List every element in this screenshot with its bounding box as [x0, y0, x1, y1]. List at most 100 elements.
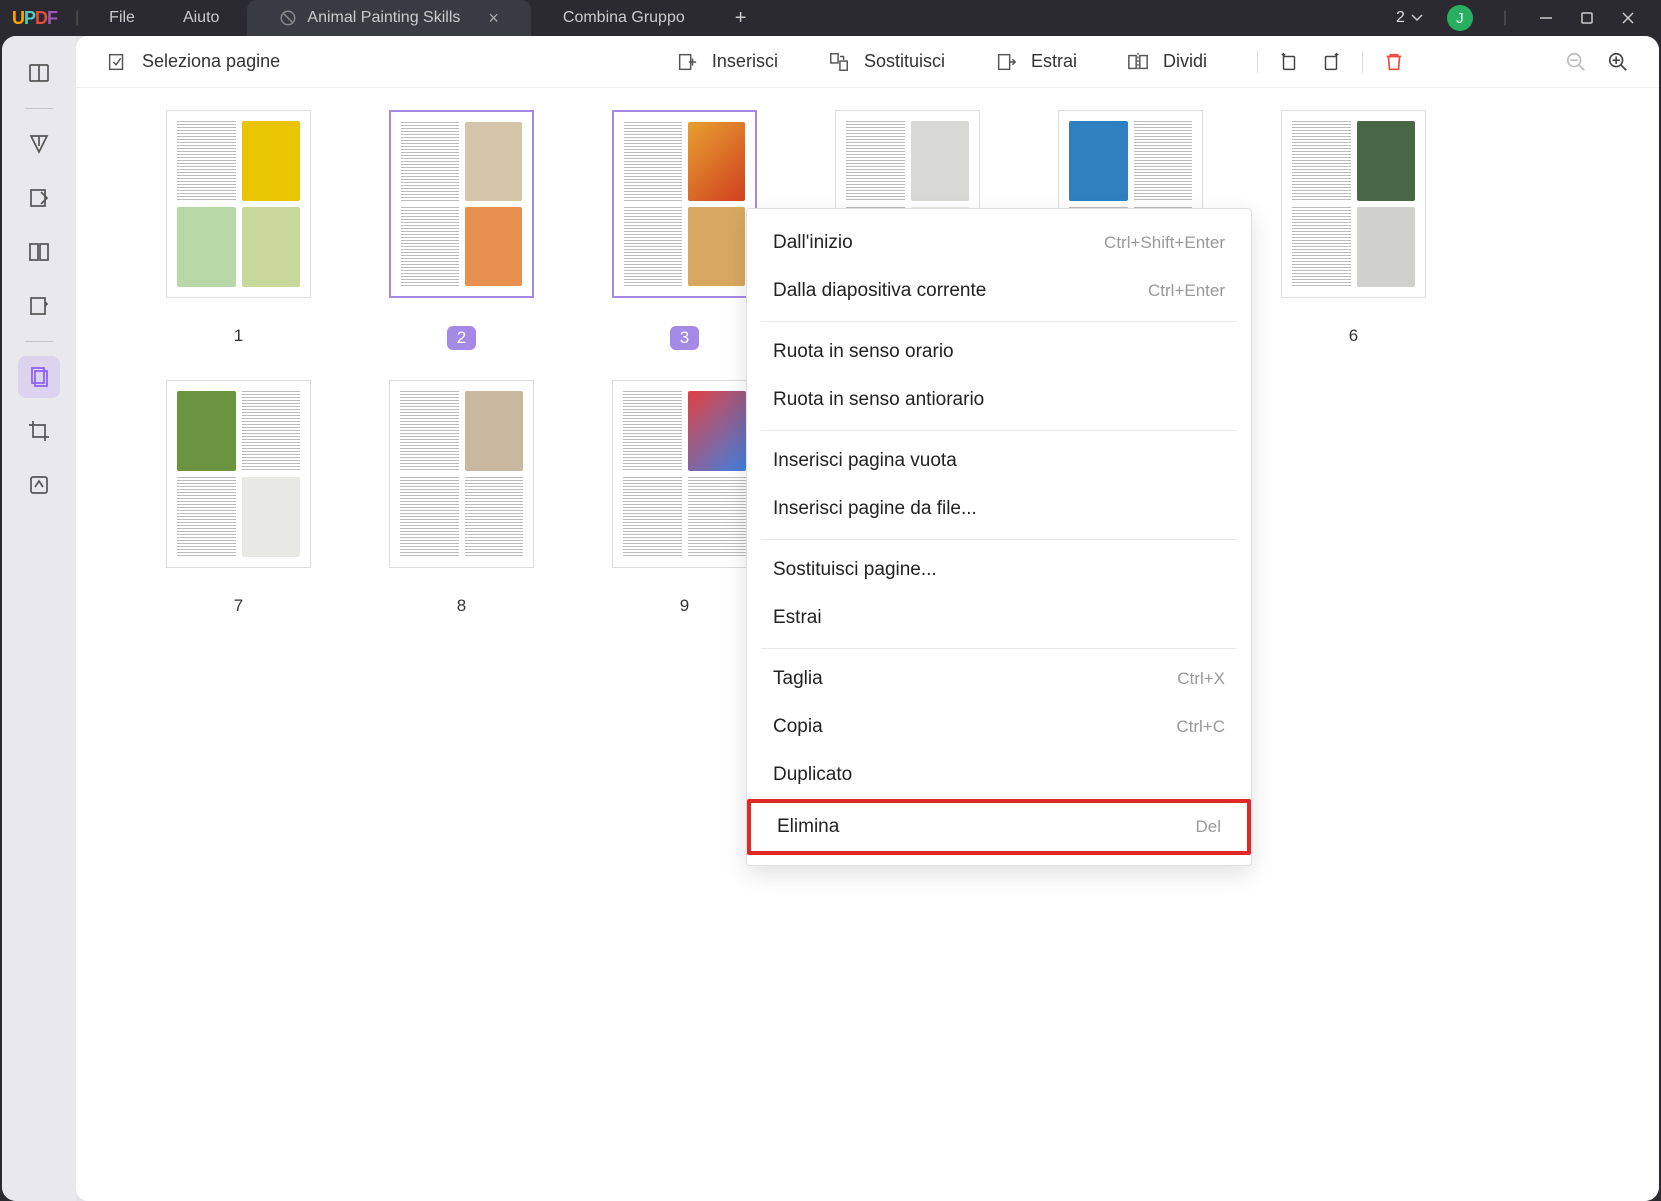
ctx-extract[interactable]: Estrai [747, 594, 1251, 642]
extract-button[interactable]: Estrai [995, 51, 1077, 73]
ctx-shortcut: Ctrl+X [1177, 669, 1225, 689]
menu-file[interactable]: File [85, 1, 159, 35]
organize-pages-icon[interactable] [18, 356, 60, 398]
separator [761, 430, 1237, 431]
edit-tool-icon[interactable] [18, 177, 60, 219]
zoom-out-icon[interactable] [1565, 51, 1587, 73]
page-thumbnail[interactable] [166, 380, 311, 568]
select-icon [106, 51, 128, 73]
ctx-shortcut: Ctrl+C [1176, 717, 1225, 737]
menu-help[interactable]: Aiuto [159, 1, 243, 35]
ctx-label: Ruota in senso antiorario [773, 389, 984, 411]
ctx-label: Dall'inizio [773, 232, 853, 254]
replace-label: Sostituisci [864, 51, 945, 72]
ctx-shortcut: Ctrl+Shift+Enter [1104, 233, 1225, 253]
page-number: 3 [670, 326, 699, 350]
extract-icon [995, 51, 1017, 73]
insert-button[interactable]: Inserisci [676, 51, 778, 73]
close-icon[interactable]: × [488, 8, 499, 29]
separator [761, 648, 1237, 649]
ctx-cut[interactable]: Taglia Ctrl+X [747, 655, 1251, 703]
rotate-left-icon[interactable] [1278, 51, 1300, 73]
page-thumbnail[interactable] [166, 110, 311, 298]
ctx-label: Dalla diapositiva corrente [773, 280, 986, 302]
ctx-shortcut: Ctrl+Enter [1148, 281, 1225, 301]
page-thumbnail[interactable] [612, 110, 757, 298]
ctx-delete[interactable]: Elimina Del [747, 799, 1251, 855]
chevron-down-icon [1411, 14, 1423, 22]
select-pages-button[interactable]: Seleziona pagine [106, 51, 280, 73]
page-number: 8 [457, 596, 466, 616]
split-label: Dividi [1163, 51, 1207, 72]
thumbnails-area: 1 2 [76, 88, 1659, 1201]
notification-badge[interactable]: 2 [1396, 9, 1423, 27]
title-bar: UPDF | File Aiuto Animal Painting Skills… [0, 0, 1661, 36]
ctx-label: Taglia [773, 668, 823, 690]
sidebar [2, 36, 76, 1201]
page-thumbnail[interactable] [1281, 110, 1426, 298]
ctx-label: Estrai [773, 607, 822, 629]
page-thumbnail[interactable] [389, 380, 534, 568]
separator: | [75, 9, 79, 27]
page-number: 9 [680, 596, 689, 616]
split-button[interactable]: Dividi [1127, 51, 1207, 73]
tab-add-button[interactable]: + [717, 7, 765, 30]
insert-label: Inserisci [712, 51, 778, 72]
ctx-copy[interactable]: Copia Ctrl+C [747, 703, 1251, 751]
ctx-from-current[interactable]: Dalla diapositiva corrente Ctrl+Enter [747, 267, 1251, 315]
split-icon [1127, 51, 1149, 73]
separator [1362, 51, 1363, 73]
ctx-duplicate[interactable]: Duplicato [747, 751, 1251, 799]
ctx-insert-file[interactable]: Inserisci pagine da file... [747, 485, 1251, 533]
trash-icon[interactable] [1383, 51, 1405, 73]
close-button[interactable] [1619, 9, 1637, 27]
ctx-replace[interactable]: Sostituisci pagine... [747, 546, 1251, 594]
tab-active[interactable]: Animal Painting Skills × [247, 0, 530, 36]
page-number: 2 [447, 326, 476, 350]
page-number: 1 [234, 326, 243, 346]
ctx-from-start[interactable]: Dall'inizio Ctrl+Shift+Enter [747, 219, 1251, 267]
separator [25, 341, 53, 342]
ctx-shortcut: Del [1195, 817, 1221, 837]
watermark-icon[interactable] [18, 464, 60, 506]
page-thumbnail[interactable] [389, 110, 534, 298]
ctx-label: Inserisci pagina vuota [773, 450, 957, 472]
ctx-rotate-ccw[interactable]: Ruota in senso antiorario [747, 376, 1251, 424]
page-view-icon[interactable] [18, 231, 60, 273]
page-number: 7 [234, 596, 243, 616]
ctx-label: Sostituisci pagine... [773, 559, 937, 581]
comment-tool-icon[interactable] [18, 123, 60, 165]
replace-button[interactable]: Sostituisci [828, 51, 945, 73]
form-tool-icon[interactable] [18, 285, 60, 327]
separator [25, 108, 53, 109]
separator: | [1503, 9, 1507, 27]
tab-label: Combina Gruppo [563, 9, 685, 27]
ctx-label: Elimina [777, 816, 839, 838]
crop-icon[interactable] [18, 410, 60, 452]
zoom-in-icon[interactable] [1607, 51, 1629, 73]
document-icon [279, 9, 297, 27]
replace-icon [828, 51, 850, 73]
page-thumbnail[interactable] [612, 380, 757, 568]
avatar[interactable]: J [1447, 5, 1473, 31]
insert-icon [676, 51, 698, 73]
context-menu: Dall'inizio Ctrl+Shift+Enter Dalla diapo… [746, 208, 1252, 866]
ctx-insert-blank[interactable]: Inserisci pagina vuota [747, 437, 1251, 485]
toolbar: Seleziona pagine Inserisci Sostituisci E [76, 36, 1659, 88]
ctx-rotate-cw[interactable]: Ruota in senso orario [747, 328, 1251, 376]
select-label: Seleziona pagine [142, 51, 280, 72]
page-number: 6 [1349, 326, 1358, 346]
reader-mode-icon[interactable] [18, 52, 60, 94]
ctx-label: Inserisci pagine da file... [773, 498, 977, 520]
ctx-label: Copia [773, 716, 823, 738]
extract-label: Estrai [1031, 51, 1077, 72]
separator [761, 539, 1237, 540]
tab-label: Animal Painting Skills [307, 9, 460, 27]
rotate-right-icon[interactable] [1320, 51, 1342, 73]
separator [761, 321, 1237, 322]
minimize-button[interactable] [1537, 9, 1555, 27]
app-logo: UPDF [0, 8, 69, 29]
ctx-label: Ruota in senso orario [773, 341, 954, 363]
tab-inactive[interactable]: Combina Gruppo [531, 0, 717, 36]
maximize-button[interactable] [1579, 10, 1595, 26]
